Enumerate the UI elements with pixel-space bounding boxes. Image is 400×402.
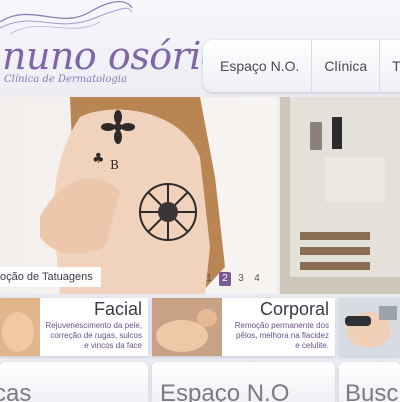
pager-dot[interactable]: 1: [203, 272, 215, 286]
main-nav: Espaço N.O. Clínica Tra: [203, 40, 400, 92]
site-header: nuno osório Clínica de Dermatologia Espa…: [0, 0, 400, 96]
bottom-tab-espaco[interactable]: Espaço N.O: [152, 362, 335, 402]
pager-dot[interactable]: 4: [251, 272, 263, 286]
nav-item-espaco[interactable]: Espaço N.O.: [203, 40, 313, 92]
service-title: Corporal: [259, 299, 329, 319]
clinic-interior-photo: [280, 97, 400, 294]
brand-name[interactable]: nuno osório: [2, 36, 224, 76]
service-description: Remoção permanente dos pêlos, melhora na…: [234, 321, 329, 350]
service-title: Facial: [93, 299, 142, 319]
brand-subtitle: Clínica de Dermatologia: [4, 74, 127, 85]
bottom-tab-label: Espaço N.O: [160, 380, 290, 402]
slider-pager: 1 2 3 4: [203, 272, 263, 286]
bottom-tab-label: Busc: [345, 380, 399, 402]
service-card-facial[interactable]: Facial Rejuvenescimento da pele, correçã…: [0, 298, 148, 356]
svg-text:B: B: [110, 158, 119, 172]
laser-photo: [339, 298, 400, 356]
interior-image: [280, 97, 400, 294]
pager-dot[interactable]: 3: [235, 272, 247, 286]
svg-text:♣: ♣: [92, 151, 105, 167]
nav-item-tratamentos[interactable]: Tra: [380, 40, 400, 92]
bottom-tab-label: cas: [0, 380, 32, 402]
nav-item-clinica[interactable]: Clínica: [312, 40, 381, 92]
service-card-third[interactable]: [339, 298, 400, 356]
pager-dot-active[interactable]: 2: [219, 272, 231, 286]
hero-caption: oção de Tatuagens: [0, 267, 101, 287]
corporal-photo: [152, 298, 222, 356]
bottom-tab-busca[interactable]: Busc: [339, 362, 400, 402]
service-card-corporal[interactable]: Corporal Remoção permanente dos pêlos, m…: [152, 298, 335, 356]
service-description: Rejuvenescimento da pele, correção de ru…: [45, 321, 142, 350]
hero-slider[interactable]: ♣ B oção de Tatuagens 1 2 3 4: [0, 97, 277, 294]
facial-photo: [0, 298, 40, 356]
hero-photo: ♣ B: [40, 97, 225, 294]
bottom-tab-1[interactable]: cas: [0, 362, 148, 402]
